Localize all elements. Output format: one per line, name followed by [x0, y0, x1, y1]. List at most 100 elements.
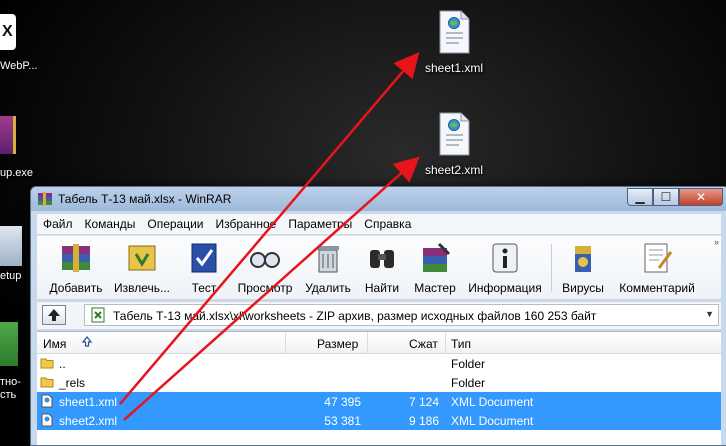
toolbar-label: Тест [191, 281, 217, 295]
minimize-button[interactable]: ▁ [627, 188, 653, 206]
toolbar-label: Извлечь... [113, 281, 170, 295]
toolbar-label: Найти [364, 281, 400, 295]
add-archive-icon [58, 240, 94, 276]
desktop-icon-label: тно- [0, 376, 21, 388]
maximize-button[interactable]: ☐ [653, 188, 679, 206]
app-icon: X [0, 14, 16, 50]
desktop-shortcut-setup[interactable]: etup [0, 226, 30, 286]
file-list: Имя Размер Сжат Тип .. Folder _rels Fold… [37, 331, 721, 445]
column-header-size[interactable]: Размер [317, 337, 358, 351]
column-divider[interactable] [285, 332, 286, 354]
toolbar-overflow-icon[interactable]: » [714, 237, 719, 247]
desktop-file-sheet1[interactable]: sheet1.xml [422, 10, 486, 75]
xml-document-icon [437, 10, 471, 54]
extract-icon [124, 240, 160, 276]
test-button[interactable]: Тест [181, 240, 227, 295]
virus-scan-button[interactable]: Вирусы [559, 240, 607, 295]
test-icon [186, 240, 222, 276]
desktop-icon-label: WebP... [0, 60, 38, 72]
menu-help[interactable]: Справка [358, 217, 417, 231]
file-type: XML Document [451, 414, 534, 428]
table-row[interactable]: sheet2.xml 53 381 9 186 XML Document [37, 411, 721, 430]
desktop-shortcut-webp[interactable]: X WebP... [0, 8, 38, 78]
table-row[interactable]: _rels Folder [37, 373, 721, 392]
add-button[interactable]: Добавить [47, 240, 105, 295]
menu-commands[interactable]: Команды [79, 217, 142, 231]
up-arrow-icon [48, 309, 60, 321]
desktop-icon-label: сть [0, 389, 17, 401]
close-button[interactable]: ✕ [679, 188, 723, 206]
file-type: Folder [451, 357, 486, 371]
comment-button[interactable]: Комментарий [615, 240, 699, 295]
toolbar-label: Просмотр [237, 281, 293, 295]
folder-icon [40, 375, 54, 389]
xml-file-icon [40, 394, 54, 408]
comment-icon [639, 240, 675, 276]
menu-operations[interactable]: Операции [141, 217, 209, 231]
folder-icon [40, 356, 54, 370]
file-size: 53 381 [324, 414, 361, 428]
file-type: XML Document [451, 395, 534, 409]
winrar-setup-icon [0, 116, 16, 154]
address-bar-row: Табель Т-13 май.xlsx\xl\worksheets - ZIP… [37, 301, 721, 329]
column-divider[interactable] [367, 332, 368, 354]
list-header: Имя Размер Сжат Тип [37, 332, 721, 354]
file-type: Folder [451, 376, 486, 390]
toolbar-label: Вирусы [562, 281, 604, 295]
file-packed: 9 186 [408, 414, 439, 428]
file-name: .. [59, 357, 66, 371]
xml-file-icon [40, 413, 54, 427]
find-icon [364, 240, 400, 276]
info-button[interactable]: Информация [465, 240, 545, 295]
menu-favorites[interactable]: Избранное [210, 217, 283, 231]
toolbar-label: Комментарий [619, 281, 695, 295]
file-name: sheet2.xml [59, 414, 118, 428]
desktop-icon-label: up.exe [0, 167, 34, 179]
desktop-shortcut-setup-exe[interactable]: up.exe [0, 112, 34, 182]
file-size: 47 395 [324, 395, 361, 409]
setup-icon [0, 226, 22, 266]
sort-ascending-icon [81, 335, 93, 350]
desktop-shortcut-document[interactable]: тно- сть [0, 322, 30, 402]
wizard-button[interactable]: Мастер [411, 240, 459, 295]
spreadsheet-icon [0, 322, 18, 366]
column-header-name[interactable]: Имя [43, 337, 66, 351]
winrar-app-icon [37, 191, 53, 207]
virus-scan-icon [565, 240, 601, 276]
xml-document-icon [437, 112, 471, 156]
toolbar-label: Добавить [49, 281, 103, 295]
extract-button[interactable]: Извлечь... [111, 240, 173, 295]
table-row[interactable]: .. Folder [37, 354, 721, 373]
info-icon [487, 240, 523, 276]
winrar-window: Табель Т-13 май.xlsx - WinRAR ▁ ☐ ✕ Файл… [30, 186, 726, 446]
desktop-icon-label: etup [0, 270, 22, 282]
wizard-icon [417, 240, 453, 276]
delete-button[interactable]: Удалить [303, 240, 353, 295]
file-name: _rels [59, 376, 86, 390]
column-header-packed[interactable]: Сжат [409, 337, 438, 351]
toolbar-separator [551, 244, 552, 292]
desktop-icon-label: sheet1.xml [424, 61, 484, 75]
delete-icon [310, 240, 346, 276]
file-packed: 7 124 [408, 395, 439, 409]
find-button[interactable]: Найти [361, 240, 403, 295]
title-bar[interactable]: Табель Т-13 май.xlsx - WinRAR ▁ ☐ ✕ [31, 187, 726, 211]
toolbar-label: Мастер [414, 281, 456, 295]
dropdown-arrow-icon[interactable]: ▼ [705, 309, 714, 319]
view-icon [247, 240, 283, 276]
desktop-file-sheet2[interactable]: sheet2.xml [422, 112, 486, 177]
menu-bar: Файл Команды Операции Избранное Параметр… [37, 214, 721, 234]
address-field[interactable]: Табель Т-13 май.xlsx\xl\worksheets - ZIP… [84, 304, 719, 326]
menu-options[interactable]: Параметры [282, 217, 358, 231]
desktop-icon-label: sheet2.xml [424, 163, 484, 177]
column-divider[interactable] [445, 332, 446, 354]
toolbar: Добавить Извлечь... Тест Просмотр Удалит… [37, 235, 721, 299]
menu-file[interactable]: Файл [37, 217, 79, 231]
view-button[interactable]: Просмотр [235, 240, 295, 295]
table-row[interactable]: sheet1.xml 47 395 7 124 XML Document [37, 392, 721, 411]
window-title: Табель Т-13 май.xlsx - WinRAR [58, 192, 232, 206]
toolbar-label: Информация [468, 281, 542, 295]
column-header-type[interactable]: Тип [451, 337, 471, 351]
excel-file-icon [91, 307, 105, 323]
up-folder-button[interactable] [42, 305, 66, 325]
